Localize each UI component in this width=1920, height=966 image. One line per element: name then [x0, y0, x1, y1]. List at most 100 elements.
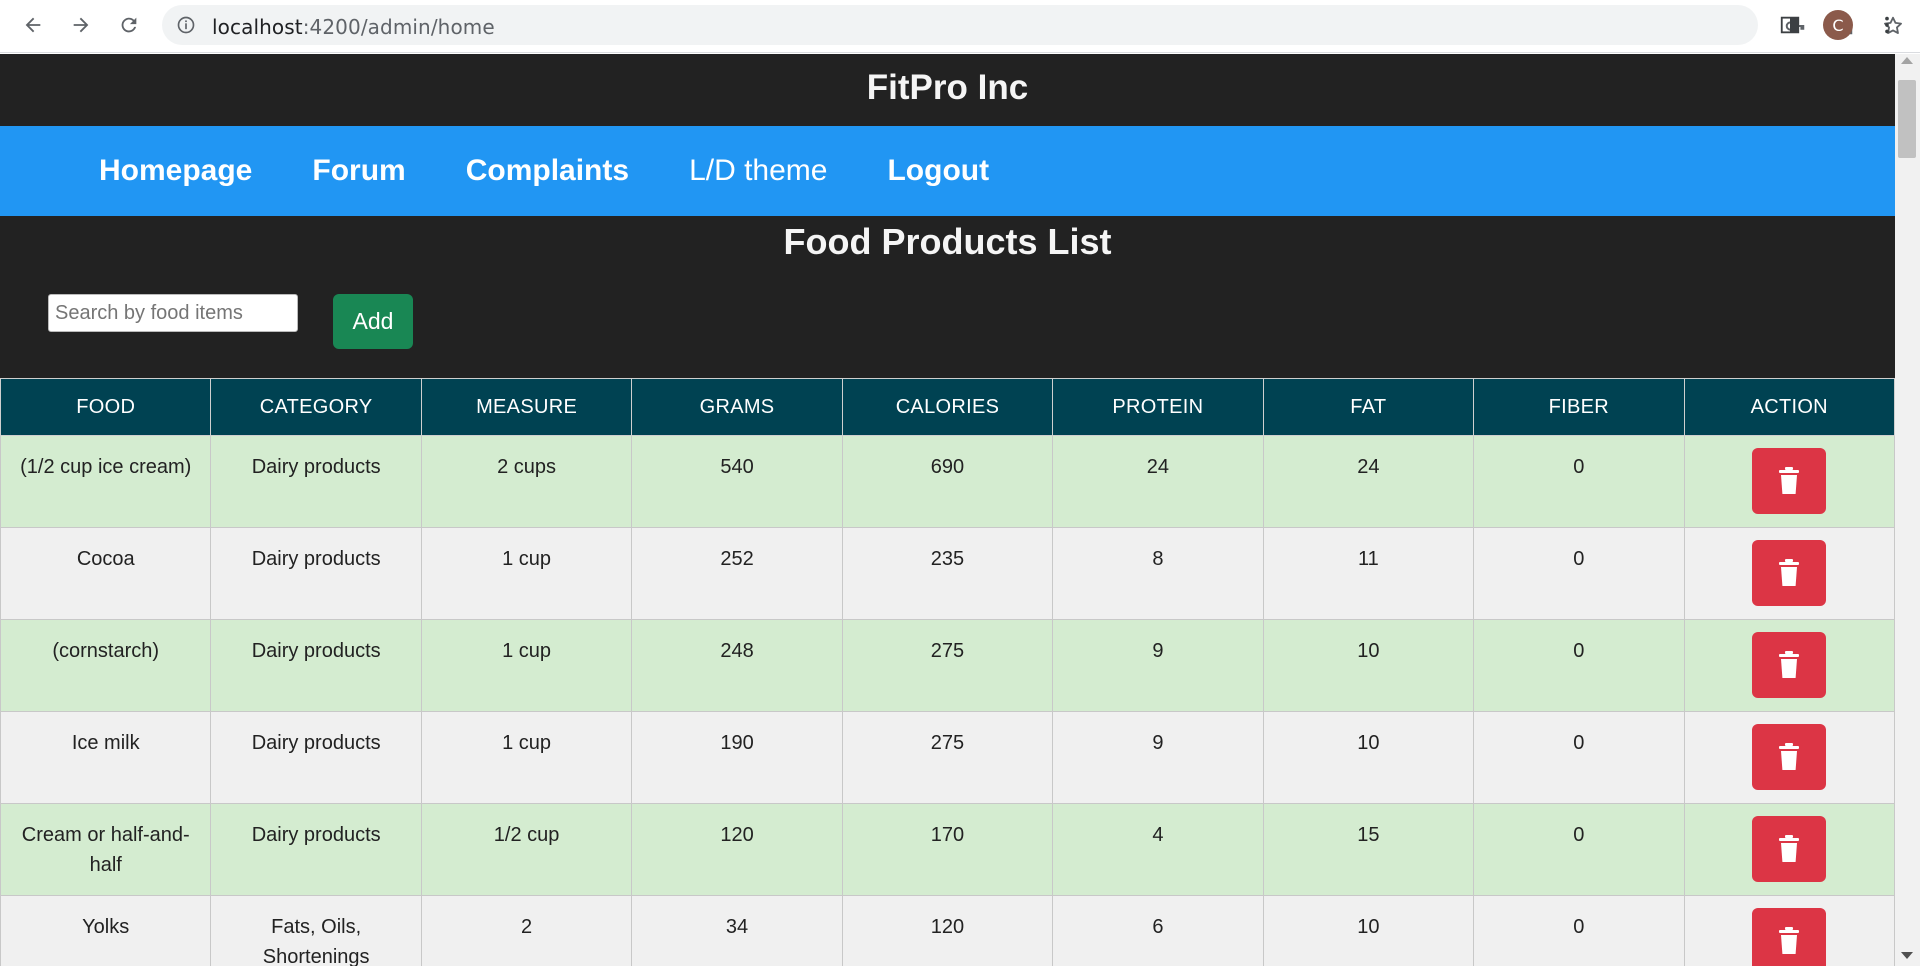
more-vert-icon: [1885, 16, 1889, 34]
cell-fat: 10: [1262, 711, 1475, 804]
cell-category: Dairy products: [210, 435, 422, 528]
cell-fiber: 0: [1473, 803, 1685, 896]
cell-calories: 275: [841, 711, 1054, 804]
cell-fiber: 0: [1473, 527, 1685, 620]
table-row: Ice milk Dairy products 1 cup 190 275 9 …: [0, 711, 1895, 804]
cell-fat: 11: [1262, 527, 1475, 620]
header-protein: PROTEIN: [1052, 378, 1264, 436]
table-row: Cream or half-and-half Dairy products 1/…: [0, 803, 1895, 896]
delete-button[interactable]: [1752, 908, 1827, 966]
cell-fiber: 0: [1473, 895, 1685, 966]
nav-homepage[interactable]: Homepage: [99, 154, 252, 188]
scrollbar-thumb[interactable]: [1898, 80, 1916, 158]
search-input[interactable]: [48, 294, 298, 332]
cell-protein: 4: [1052, 803, 1264, 896]
info-icon[interactable]: [176, 15, 196, 35]
side-panel-button[interactable]: [1775, 10, 1805, 40]
nav-logout[interactable]: Logout: [887, 154, 989, 188]
nav-theme-toggle[interactable]: L/D theme: [689, 154, 827, 188]
header-fat: FAT: [1262, 378, 1475, 436]
cell-measure: 2 cups: [420, 435, 633, 528]
list-header: Food Products List Add: [0, 216, 1895, 378]
app-title: FitPro Inc: [866, 68, 1029, 107]
cell-action: [1683, 435, 1895, 528]
cell-grams: 190: [631, 711, 843, 804]
cell-grams: 248: [631, 619, 843, 712]
page-title: Food Products List: [783, 221, 1112, 262]
cell-calories: 120: [841, 895, 1054, 966]
menu-button[interactable]: [1872, 10, 1902, 40]
url-text: localhost:4200/admin/home: [212, 15, 495, 39]
cell-category: Dairy products: [210, 527, 422, 620]
reload-button[interactable]: [114, 10, 144, 40]
nav-forum[interactable]: Forum: [312, 154, 405, 188]
cell-food: (1/2 cup ice cream): [0, 435, 212, 528]
cell-protein: 9: [1052, 711, 1264, 804]
cell-measure: 1 cup: [420, 619, 633, 712]
food-table: FOOD CATEGORY MEASURE GRAMS CALORIES PRO…: [0, 378, 1895, 966]
cell-fat: 24: [1262, 435, 1475, 528]
header-category: CATEGORY: [210, 378, 422, 436]
cell-action: [1683, 527, 1895, 620]
arrow-left-icon: [25, 17, 41, 33]
header-grams: GRAMS: [631, 378, 843, 436]
nav-complaints[interactable]: Complaints: [466, 154, 629, 188]
cell-fiber: 0: [1473, 711, 1685, 804]
cell-calories: 235: [841, 527, 1054, 620]
cell-action: [1683, 711, 1895, 804]
scroll-up-arrow-icon[interactable]: [1901, 57, 1913, 64]
trash-icon: [1779, 467, 1800, 494]
profile-button[interactable]: C: [1823, 10, 1853, 40]
cell-category: Fats, Oils, Shortenings: [210, 895, 422, 966]
forward-button[interactable]: [66, 10, 96, 40]
cell-fiber: 0: [1473, 619, 1685, 712]
cell-action: [1683, 895, 1895, 966]
cell-fiber: 0: [1473, 435, 1685, 528]
cell-protein: 24: [1052, 435, 1264, 528]
reload-icon: [121, 17, 137, 33]
cell-grams: 120: [631, 803, 843, 896]
cell-calories: 275: [841, 619, 1054, 712]
delete-button[interactable]: [1752, 540, 1827, 606]
cell-protein: 6: [1052, 895, 1264, 966]
table-row: (cornstarch) Dairy products 1 cup 248 27…: [0, 619, 1895, 712]
delete-button[interactable]: [1752, 448, 1827, 514]
page-viewport: FitPro Inc Homepage Forum Complaints L/D…: [0, 54, 1895, 966]
cell-category: Dairy products: [210, 803, 422, 896]
delete-button[interactable]: [1752, 816, 1827, 882]
cell-category: Dairy products: [210, 619, 422, 712]
main-navbar: Homepage Forum Complaints L/D theme Logo…: [0, 126, 1895, 216]
cell-food: Cocoa: [0, 527, 212, 620]
cell-fat: 10: [1262, 619, 1475, 712]
address-bar[interactable]: localhost:4200/admin/home: [162, 5, 1902, 45]
table-row: Cocoa Dairy products 1 cup 252 235 8 11 …: [0, 527, 1895, 620]
trash-icon: [1779, 835, 1800, 862]
url-host: localhost: [212, 15, 303, 39]
add-button[interactable]: Add: [333, 294, 413, 349]
cell-calories: 170: [841, 803, 1054, 896]
page-scrollbar[interactable]: [1895, 54, 1920, 966]
cell-measure: 1 cup: [420, 711, 633, 804]
trash-icon: [1779, 559, 1800, 586]
delete-button[interactable]: [1752, 724, 1827, 790]
cell-measure: 1 cup: [420, 527, 633, 620]
browser-toolbar: localhost:4200/admin/home C: [0, 0, 1920, 53]
cell-measure: 2: [420, 895, 633, 966]
header-food: FOOD: [0, 378, 212, 436]
trash-icon: [1779, 743, 1800, 770]
back-button[interactable]: [18, 10, 48, 40]
app-header: FitPro Inc: [0, 54, 1895, 126]
cell-grams: 252: [631, 527, 843, 620]
cell-calories: 690: [841, 435, 1054, 528]
cell-measure: 1/2 cup: [420, 803, 633, 896]
cell-food: Yolks: [0, 895, 212, 966]
cell-fat: 10: [1262, 895, 1475, 966]
scroll-down-arrow-icon[interactable]: [1901, 952, 1913, 959]
cell-fat: 15: [1262, 803, 1475, 896]
cell-action: [1683, 619, 1895, 712]
arrow-right-icon: [73, 17, 89, 33]
avatar: C: [1823, 10, 1853, 40]
cell-protein: 9: [1052, 619, 1264, 712]
delete-button[interactable]: [1752, 632, 1827, 698]
cell-action: [1683, 803, 1895, 896]
